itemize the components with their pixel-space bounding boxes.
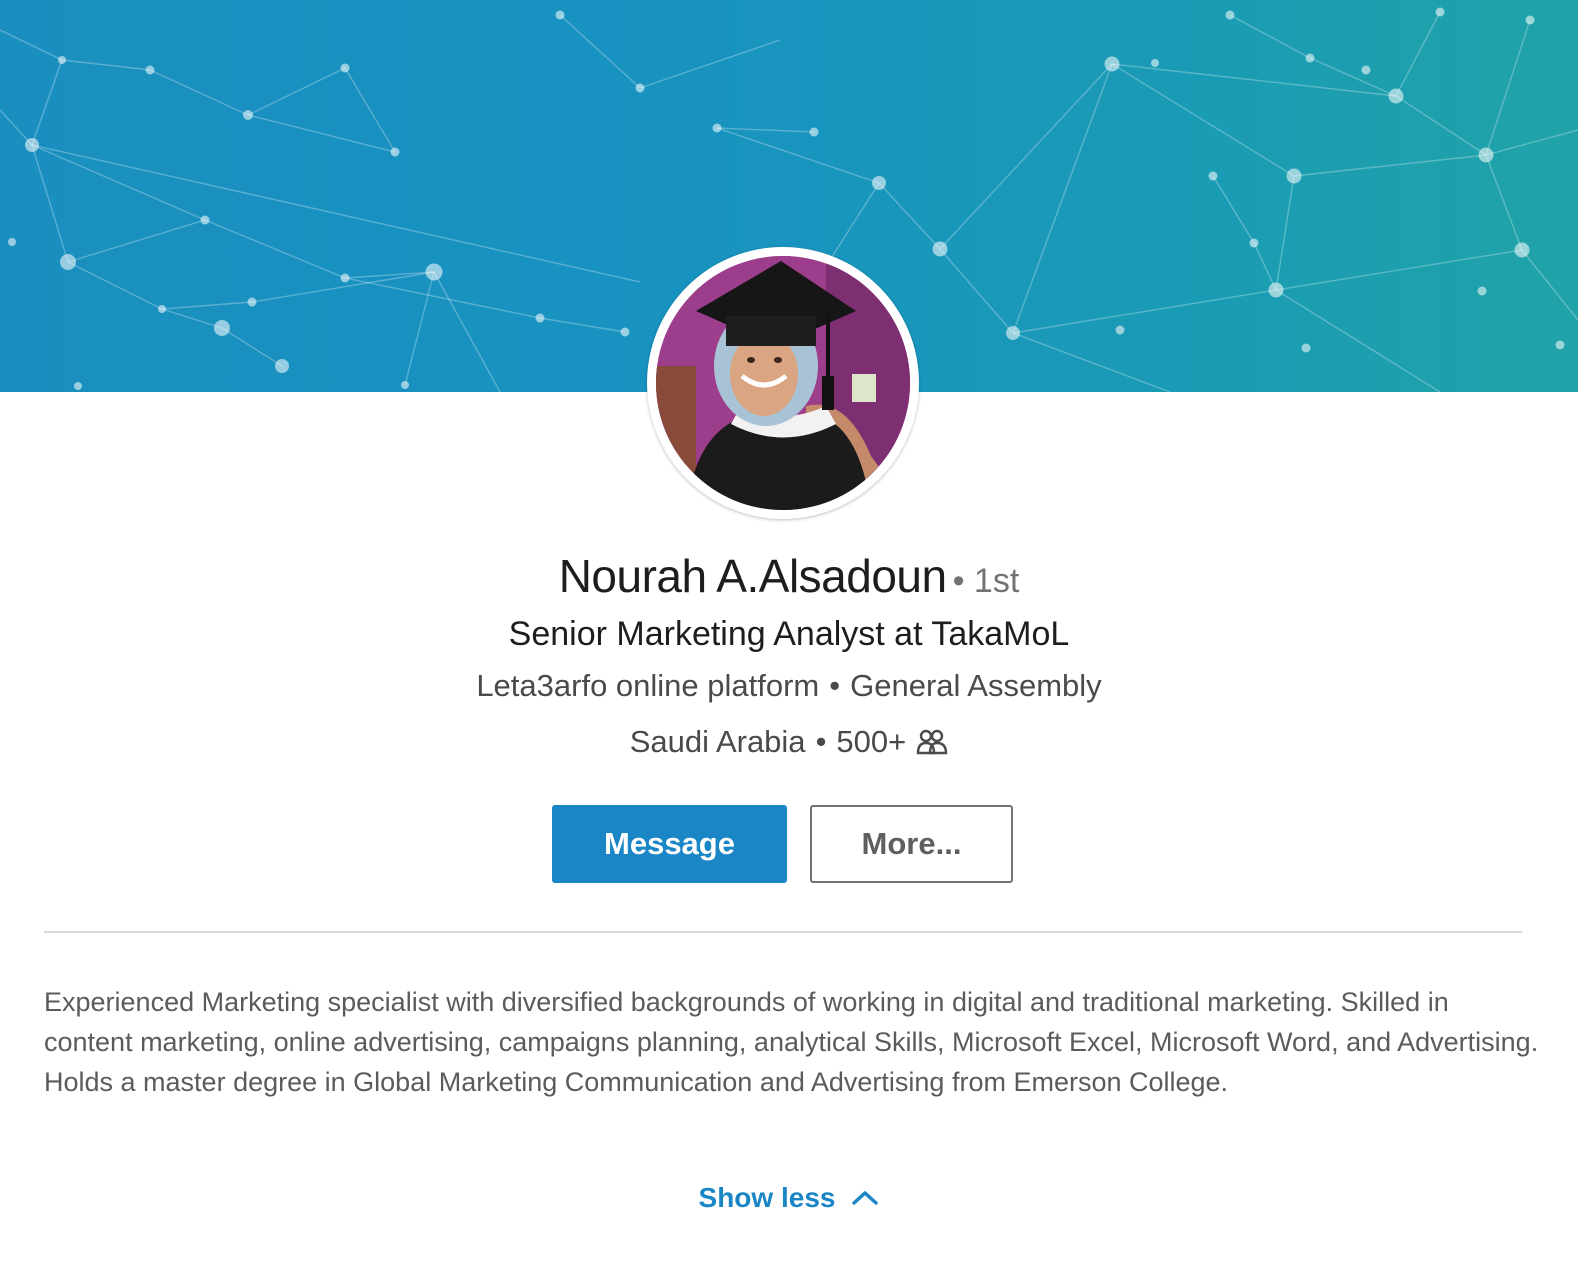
separator-dot: •	[815, 724, 827, 759]
separator-dot: •	[829, 668, 841, 703]
connection-degree-badge: • 1st	[952, 562, 1020, 600]
profile-location: Saudi Arabia	[629, 724, 806, 759]
more-actions-button[interactable]: More...	[810, 805, 1013, 883]
profile-name: Nourah A.Alsadoun	[558, 550, 947, 602]
profile-headline: Senior Marketing Analyst at TakaMoL	[508, 615, 1070, 653]
profile-name-row: Nourah A.Alsadoun • 1st	[0, 548, 1578, 616]
profile-summary: Experienced Marketing specialist with di…	[44, 987, 1539, 1097]
people-icon[interactable]	[916, 725, 948, 765]
chevron-up-icon[interactable]	[851, 1176, 879, 1216]
show-less-label[interactable]: Show less	[699, 1182, 836, 1213]
avatar[interactable]	[656, 256, 910, 510]
profile-photo	[656, 256, 910, 510]
connections-count-link[interactable]: 500+	[836, 724, 906, 759]
profile-location-row: Saudi Arabia • 500+	[0, 722, 1578, 765]
education-link[interactable]: General Assembly	[850, 668, 1102, 703]
section-divider	[44, 931, 1522, 933]
current-company-link[interactable]: Leta3arfo online platform	[476, 668, 819, 703]
show-less-toggle[interactable]: Show less	[0, 1176, 1578, 1218]
message-button[interactable]: Message	[552, 805, 787, 883]
profile-affiliations: Leta3arfo online platform • General Assemb…	[0, 666, 1578, 706]
